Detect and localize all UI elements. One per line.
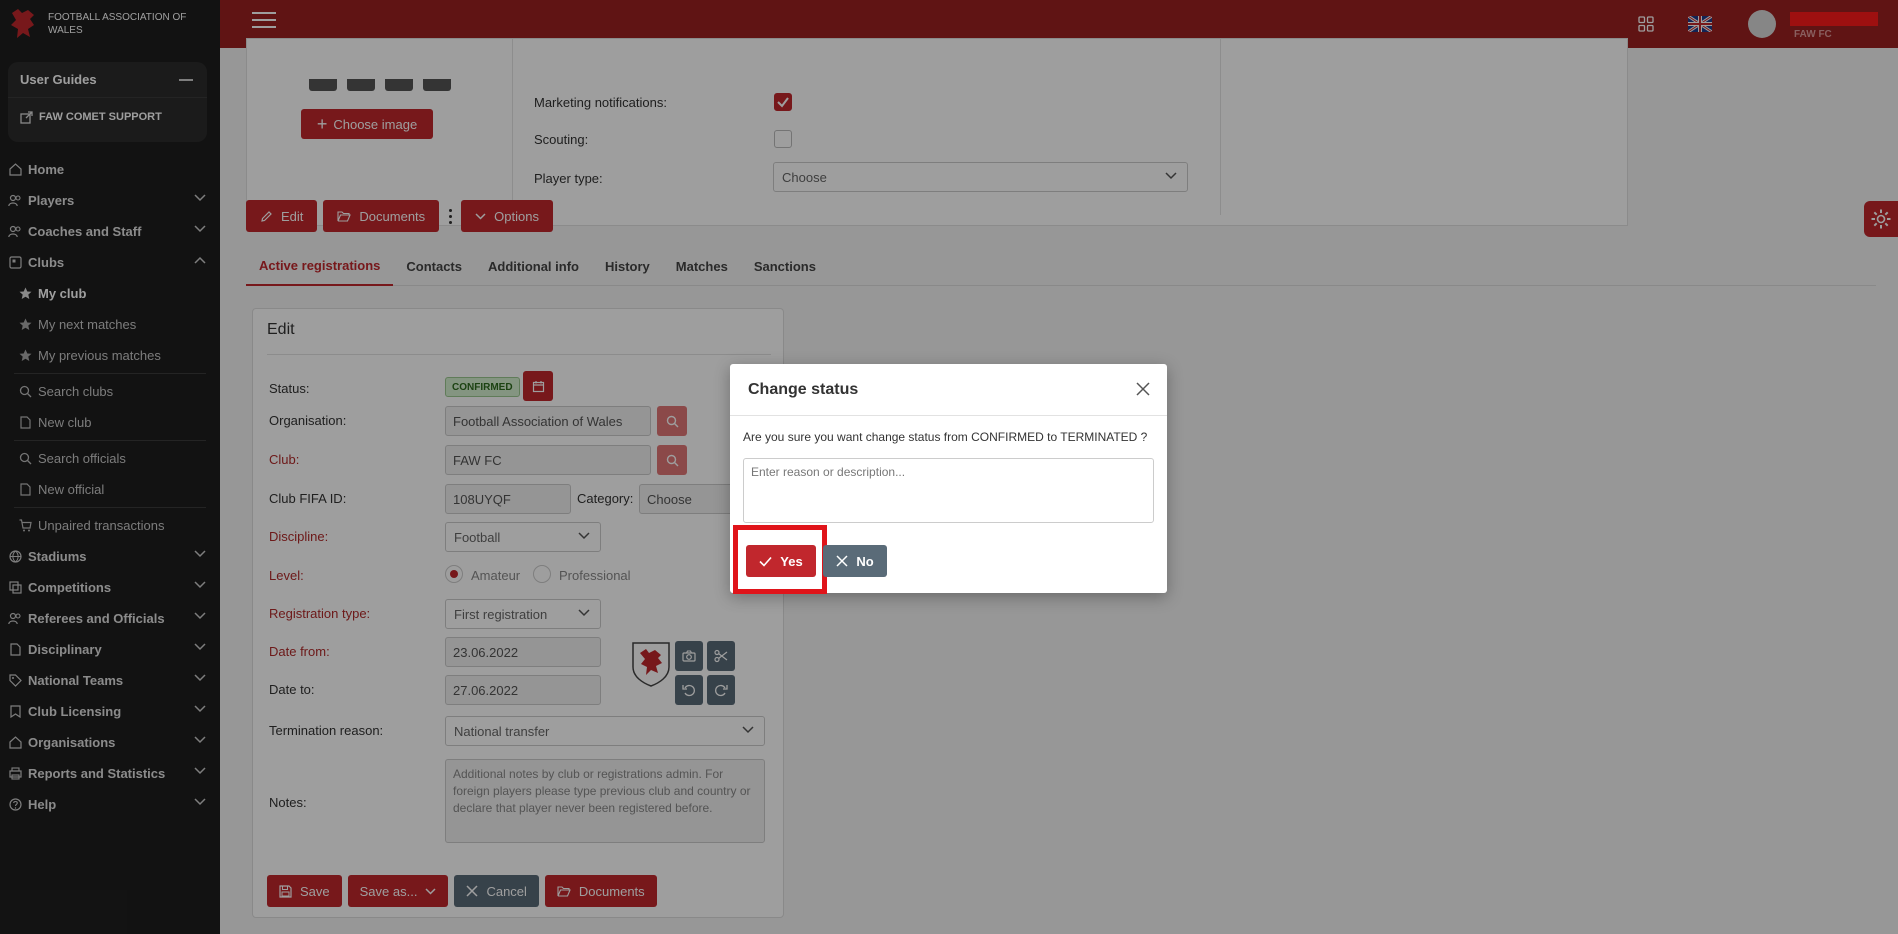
no-label: No (856, 553, 874, 569)
close-icon (836, 555, 848, 567)
change-status-dialog: Change status Are you sure you want chan… (730, 364, 1167, 594)
dialog-divider (730, 415, 1167, 416)
no-button[interactable]: No (823, 545, 887, 577)
close-icon[interactable] (1135, 381, 1151, 397)
yes-button[interactable]: Yes (746, 545, 816, 577)
check-icon (759, 556, 772, 567)
dialog-message: Are you sure you want change status from… (743, 430, 1148, 444)
yes-label: Yes (780, 553, 803, 569)
dialog-title: Change status (748, 381, 859, 398)
reason-textarea[interactable] (743, 458, 1154, 523)
